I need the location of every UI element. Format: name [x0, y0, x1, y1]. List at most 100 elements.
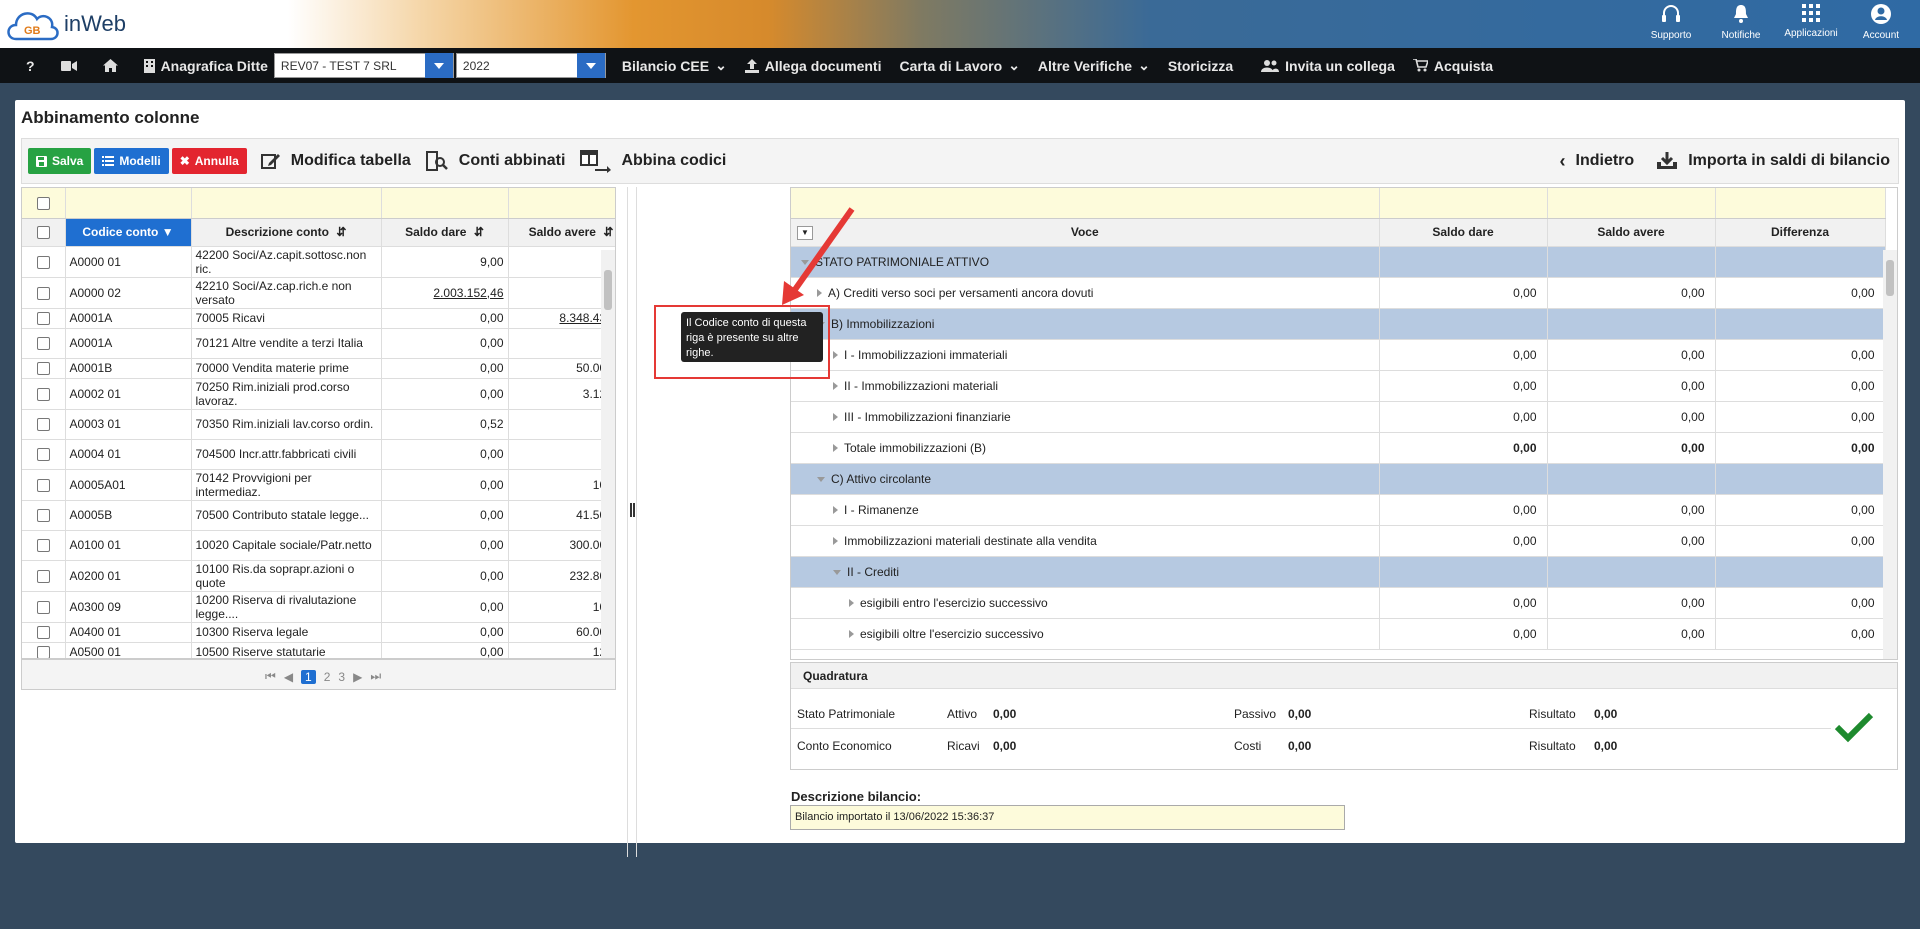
tree-row[interactable]: A) Crediti verso soci per versamenti anc… [791, 277, 1886, 309]
chevron-down-icon[interactable] [576, 53, 605, 78]
tree-row[interactable]: II - Crediti [791, 556, 1886, 588]
collapse-caret-icon[interactable] [833, 351, 838, 360]
collapse-caret-icon[interactable] [833, 413, 838, 422]
row-checkbox[interactable] [36, 255, 50, 269]
row-checkbox[interactable] [36, 478, 50, 492]
top-action-notifiche[interactable]: Notifiche [1706, 4, 1776, 41]
page-2[interactable]: 2 [324, 670, 331, 684]
page-1[interactable]: 1 [301, 669, 316, 684]
cancel-button[interactable]: ✖ Annulla [171, 148, 247, 174]
row-checkbox[interactable] [36, 337, 50, 351]
table-row[interactable]: A0300 09 10200 Riserva di rivalutazione l… [22, 591, 615, 623]
last-page-icon[interactable]: ⏭ [370, 669, 381, 684]
menu-allega-documenti[interactable]: Allega documenti [744, 58, 881, 74]
first-page-icon[interactable]: ⏮ [265, 669, 276, 684]
table-row[interactable]: A0000 02 42210 Soci/Az.cap.rich.e non ver… [22, 277, 615, 309]
chevron-down-icon[interactable] [424, 53, 453, 78]
row-checkbox[interactable] [36, 286, 50, 300]
row-checkbox[interactable] [36, 539, 50, 553]
header-voce[interactable]: ▼ Voce [791, 218, 1380, 247]
collapse-caret-icon[interactable] [833, 537, 838, 546]
descrizione-field[interactable]: Bilancio importato il 13/06/2022 15:36:3… [790, 805, 1345, 830]
header-codice-conto[interactable]: Codice conto ▼ [65, 218, 192, 247]
menu-invita-collega[interactable]: Invita un collega [1261, 58, 1395, 74]
tree-row[interactable]: Immobilizzazioni materiali destinate all… [791, 525, 1886, 557]
tree-row[interactable]: C) Attivo circolante [791, 463, 1886, 495]
tree-row[interactable]: esigibili oltre l'esercizio successivo 0,… [791, 618, 1886, 650]
save-button[interactable]: Salva [28, 148, 92, 174]
table-row[interactable]: A0000 01 42200 Soci/Az.capit.sottosc.non … [22, 246, 615, 278]
expand-caret-icon[interactable] [833, 569, 841, 575]
row-checkbox[interactable] [36, 600, 50, 614]
row-checkbox[interactable] [36, 387, 50, 401]
row-checkbox[interactable] [36, 312, 50, 326]
top-action-account[interactable]: Account [1846, 4, 1916, 41]
menu-altre-verifiche[interactable]: Altre Verifiche ⌄ [1038, 57, 1150, 74]
table-row[interactable]: A0005A01 70142 Provvigioni per intermedia… [22, 469, 615, 501]
table-row[interactable]: A0500 0110500 Riserve statutarie0,00120,… [22, 642, 615, 658]
row-checkbox[interactable] [36, 569, 50, 583]
row-checkbox[interactable] [36, 646, 50, 658]
table-row[interactable]: A0004 01 704500 Incr.attr.fabbricati civi… [22, 439, 615, 470]
help-button[interactable]: ? [26, 58, 35, 74]
right-scrollbar[interactable] [1883, 250, 1897, 659]
select-all-checkbox[interactable] [36, 226, 50, 240]
table-row[interactable]: A0400 0110300 Riserva legale0,0060.000,0… [22, 622, 615, 643]
tree-row[interactable]: B) Immobilizzazioni [791, 308, 1886, 340]
row-checkbox[interactable] [36, 362, 50, 376]
expand-caret-icon[interactable] [817, 476, 825, 482]
collapse-caret-icon[interactable] [849, 599, 854, 608]
tree-row[interactable]: I - Rimanenze 0,00 0,00 0,00 [791, 494, 1886, 526]
collapse-caret-icon[interactable] [833, 382, 838, 391]
anagrafica-ditte-link[interactable]: Anagrafica Ditte [143, 58, 268, 74]
top-action-supporto[interactable]: Supporto [1636, 4, 1706, 41]
row-checkbox[interactable] [36, 509, 50, 523]
tree-row[interactable]: STATO PATRIMONIALE ATTIVO [791, 246, 1886, 278]
table-row[interactable]: A0002 01 70250 Rim.iniziali prod.corso la… [22, 378, 615, 410]
home-icon[interactable] [102, 59, 118, 72]
table-row[interactable]: A0100 01 10020 Capitale sociale/Patr.nett… [22, 530, 615, 561]
header-saldo-dare[interactable]: Saldo dare ⇵ [381, 218, 509, 247]
splitter[interactable] [627, 187, 637, 857]
header-descrizione-conto[interactable]: Descrizione conto ⇵ [191, 218, 382, 247]
table-row[interactable]: A0001A70005 Ricavi0,008.348.437,43 [22, 308, 615, 329]
row-checkbox[interactable] [36, 448, 50, 462]
menu-storicizza[interactable]: Storicizza [1168, 58, 1233, 74]
edit-table-button[interactable]: Modifica tabella [260, 152, 411, 170]
row-checkbox[interactable] [36, 418, 50, 432]
tree-row[interactable]: Totale immobilizzazioni (B) 0,00 0,00 0,00 [791, 432, 1886, 464]
tree-row[interactable]: esigibili entro l'esercizio successivo 0,… [791, 587, 1886, 619]
video-icon[interactable] [60, 60, 77, 72]
linked-accounts-button[interactable]: Conti abbinati [425, 151, 565, 171]
company-select[interactable]: REV07 - TEST 7 SRL [273, 53, 454, 78]
prev-page-icon[interactable]: ◀ [284, 670, 293, 684]
left-scrollbar[interactable] [601, 250, 615, 658]
table-row[interactable]: A0001B 70000 Vendita materie prime 0,00 50.… [22, 358, 615, 379]
back-button[interactable]: ‹ Indietro [1560, 151, 1635, 172]
menu-carta-di-lavoro[interactable]: Carta di Lavoro ⌄ [899, 57, 1019, 74]
table-row[interactable]: A0001A 70121 Altre vendite a terzi Italia… [22, 328, 615, 359]
row-checkbox[interactable] [36, 626, 50, 640]
app-logo[interactable]: GB inWeb [4, 3, 126, 45]
table-row[interactable]: A0005B 70500 Contributo statale legge... 0… [22, 500, 615, 531]
table-row[interactable]: A0200 01 10100 Ris.da soprapr.azioni o qu… [22, 560, 615, 592]
header-saldo-avere[interactable]: Saldo avere ⇵ [508, 218, 615, 247]
next-page-icon[interactable]: ▶ [353, 670, 362, 684]
table-row[interactable]: A0003 01 70350 Rim.iniziali lav.corso ord… [22, 409, 615, 440]
collapse-caret-icon[interactable] [849, 630, 854, 639]
tree-row[interactable]: III - Immobilizzazioni finanziarie 0,00 0,… [791, 401, 1886, 433]
top-action-applicazioni[interactable]: Applicazioni [1776, 4, 1846, 41]
year-select[interactable]: 2022 [455, 53, 606, 78]
tree-row[interactable]: II - Immobilizzazioni materiali 0,00 0,00 0… [791, 370, 1886, 402]
match-codes-button[interactable]: Abbina codici [579, 149, 726, 173]
collapse-caret-icon[interactable] [833, 444, 838, 453]
menu-bilancio-cee[interactable]: Bilancio CEE ⌄ [622, 57, 727, 74]
filter-checkbox[interactable] [36, 196, 50, 210]
page-3[interactable]: 3 [338, 670, 345, 684]
models-button[interactable]: Modelli [94, 148, 169, 174]
header-differenza[interactable]: Differenza [1715, 218, 1886, 247]
tree-row[interactable]: I - Immobilizzazioni immateriali 0,00 0,00… [791, 339, 1886, 371]
header-saldo-dare[interactable]: Saldo dare [1379, 218, 1548, 247]
collapse-caret-icon[interactable] [833, 506, 838, 515]
menu-acquista[interactable]: Acquista [1412, 58, 1493, 74]
